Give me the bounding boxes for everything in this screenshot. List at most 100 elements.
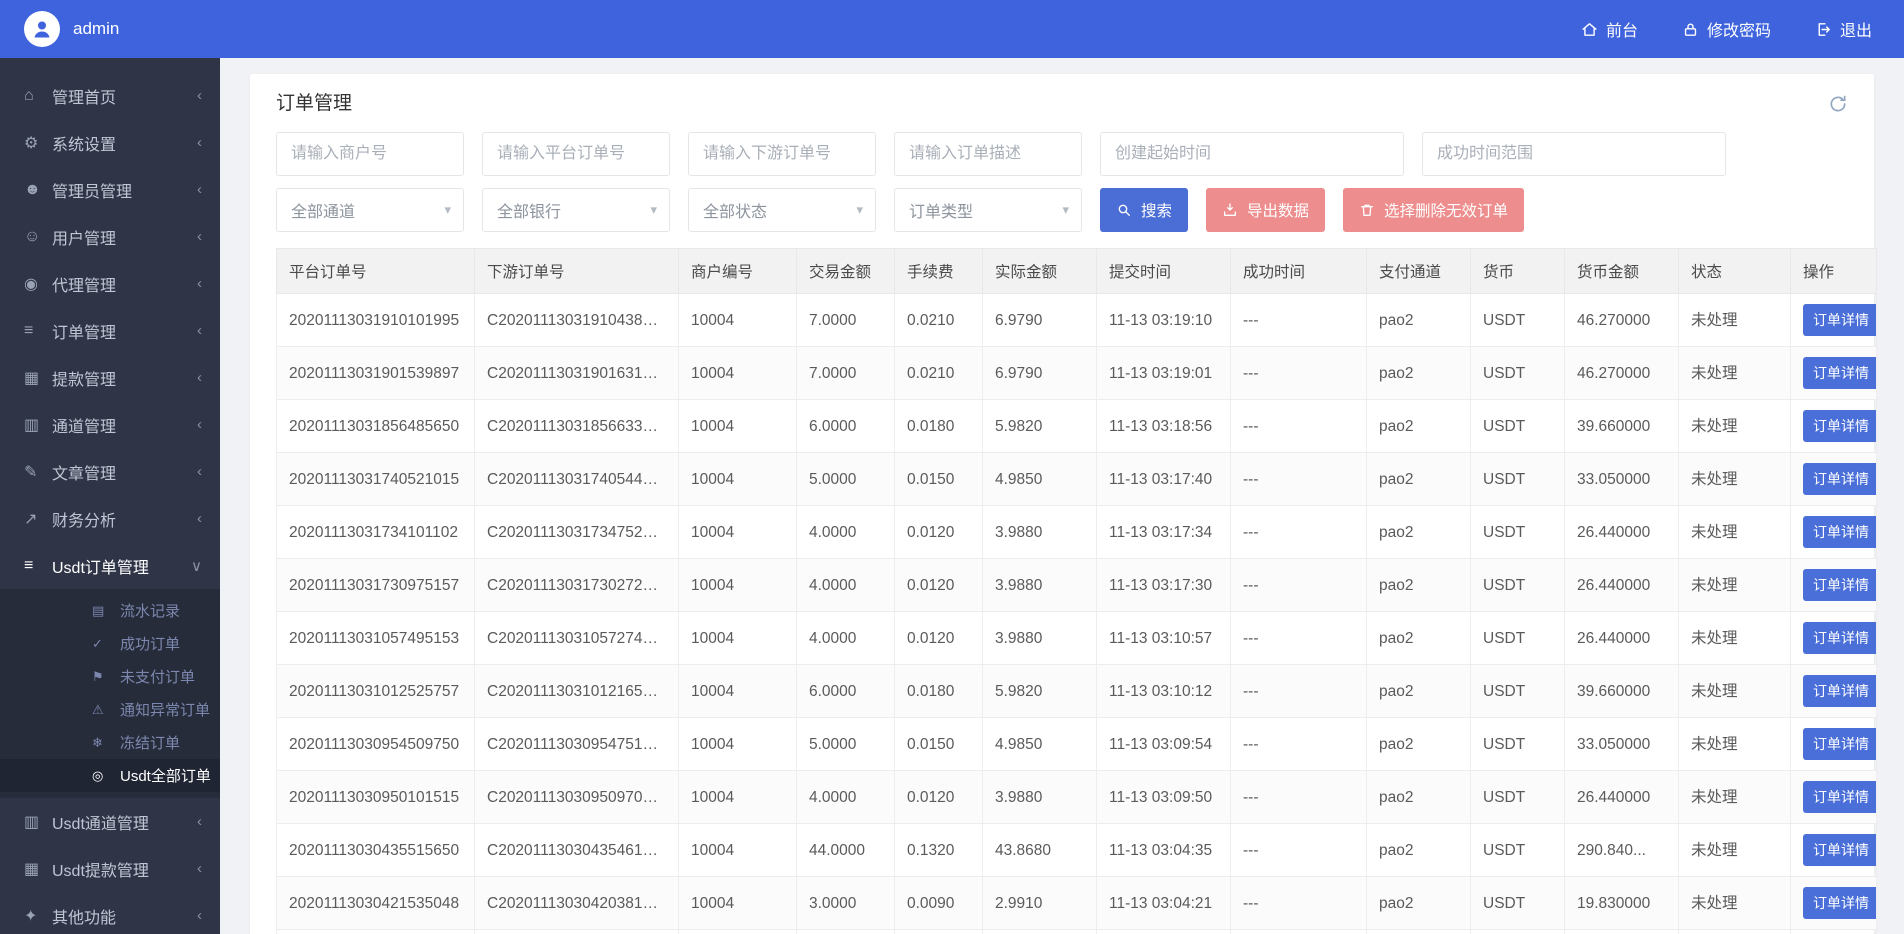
actual-amount-cell: 6.9790 <box>982 346 1097 400</box>
merchant-no-input[interactable] <box>276 132 464 176</box>
create-time-start-input[interactable] <box>1100 132 1404 176</box>
trade-amount-cell: 5.0000 <box>796 452 895 506</box>
sidebar-item-usdt-withdrawal-management[interactable]: ▦ Usdt提款管理 ‹ <box>0 845 220 892</box>
sidebar-item-other-functions[interactable]: ✦ 其他功能 ‹ <box>0 892 220 934</box>
actual-amount-cell: 5.9820 <box>982 399 1097 453</box>
platform-order-no-cell: 20201113031856485650 <box>276 399 475 453</box>
downstream-order-no-input[interactable] <box>688 132 876 176</box>
channel-select[interactable]: 全部通道 ▾ <box>276 188 464 232</box>
order-detail-button[interactable]: 订单详情 <box>1803 569 1876 601</box>
sidebar-item-agent-management[interactable]: ◉ 代理管理 ‹ <box>0 260 220 307</box>
order-detail-button[interactable]: 订单详情 <box>1803 728 1876 760</box>
order-detail-button[interactable]: 订单详情 <box>1803 304 1876 336</box>
current-user[interactable]: admin <box>24 11 119 47</box>
sidebar-item-user-management[interactable]: ☺ 用户管理 ‹ <box>0 213 220 260</box>
select-value: 全部通道 <box>291 204 356 221</box>
order-detail-button[interactable]: 订单详情 <box>1803 887 1876 919</box>
topbar-link-change-password[interactable]: 修改密码 <box>1682 17 1771 41</box>
table-row: 20201113030435515650 C2020111303043546152… <box>276 823 1877 877</box>
sidebar-item-channel-management[interactable]: ▥ 通道管理 ‹ <box>0 401 220 448</box>
sidebar-subitem-success-orders[interactable]: ✓ 成功订单 <box>0 627 220 660</box>
order-detail-button[interactable]: 订单详情 <box>1803 834 1876 866</box>
success-time-cell: --- <box>1230 505 1367 559</box>
merchant-no-cell: 10004 <box>678 346 797 400</box>
page-title: 订单管理 <box>276 93 353 114</box>
chevron-left-icon: ‹ <box>197 860 202 877</box>
downstream-order-no-cell: C20201113030950970393 <box>474 770 679 824</box>
sidebar-item-article-management[interactable]: ✎ 文章管理 ‹ <box>0 448 220 495</box>
sidebar-subitem-usdt-all-orders[interactable]: ◎ Usdt全部订单 <box>0 759 220 792</box>
action-cell: 订单详情 <box>1790 346 1877 400</box>
sidebar-subitem-notify-abnormal-orders[interactable]: ⚠ 通知异常订单 <box>0 693 220 726</box>
currency-cell: USDT <box>1470 293 1565 347</box>
order-detail-button[interactable]: 订单详情 <box>1803 781 1876 813</box>
sidebar-subitem-unpaid-orders[interactable]: ⚑ 未支付订单 <box>0 660 220 693</box>
action-cell: 订单详情 <box>1790 505 1877 559</box>
order-detail-button[interactable]: 订单详情 <box>1803 516 1876 548</box>
platform-order-no-cell: 20201113030421535048 <box>276 876 475 930</box>
submit-time-cell: 11-13 03:04:21 <box>1096 876 1231 930</box>
sidebar-item-financial-analysis[interactable]: ↗ 财务分析 ‹ <box>0 495 220 542</box>
status-select[interactable]: 全部状态 ▾ <box>688 188 876 232</box>
sidebar-item-admin-management[interactable]: ☻ 管理员管理 ‹ <box>0 166 220 213</box>
order-desc-input[interactable] <box>894 132 1082 176</box>
bank-select[interactable]: 全部银行 ▾ <box>482 188 670 232</box>
chevron-left-icon: ‹ <box>197 907 202 924</box>
column-header: 货币 <box>1470 248 1565 294</box>
sidebar-item-usdt-order-management[interactable]: ≡ Usdt订单管理 ∨ <box>0 542 220 589</box>
currency-cell: USDT <box>1470 505 1565 559</box>
search-button[interactable]: 搜索 <box>1100 188 1189 232</box>
action-cell: 订单详情 <box>1790 717 1877 771</box>
sidebar-item-order-management[interactable]: ≡ 订单管理 ‹ <box>0 307 220 354</box>
topbar-link-logout[interactable]: 退出 <box>1815 17 1872 41</box>
downstream-order-no-cell: C20201113031901631607 <box>474 346 679 400</box>
refresh-icon[interactable] <box>1828 94 1848 114</box>
success-time-range-input[interactable] <box>1422 132 1726 176</box>
currency-cell: USDT <box>1470 611 1565 665</box>
column-header: 实际金额 <box>982 248 1097 294</box>
sidebar-item-withdrawal-management[interactable]: ▦ 提款管理 ‹ <box>0 354 220 401</box>
currency-amount-cell: 26.440000 <box>1564 558 1679 612</box>
submit-time-cell: 11-13 03:10:57 <box>1096 611 1231 665</box>
logout-icon <box>1815 21 1832 38</box>
sidebar-item-home[interactable]: ⌂ 管理首页 ‹ <box>0 72 220 119</box>
sidebar-subitem-frozen-orders[interactable]: ❄ 冻结订单 <box>0 726 220 759</box>
sidebar-item-label: 管理员管理 <box>52 183 133 201</box>
actual-amount-cell: 2.9910 <box>982 876 1097 930</box>
chevron-down-icon: ▾ <box>650 202 657 217</box>
sidebar-subitem-flow-records[interactable]: ▤ 流水记录 <box>0 594 220 627</box>
status-cell: 未处理 <box>1678 876 1791 930</box>
sidebar-subitem-label: 通知异常订单 <box>120 702 211 719</box>
order-type-select[interactable]: 订单类型 ▾ <box>894 188 1082 232</box>
vault-icon: ▦ <box>24 369 40 387</box>
sidebar-item-usdt-channel-management[interactable]: ▥ Usdt通道管理 ‹ <box>0 798 220 845</box>
fee-cell: 0.0120 <box>894 611 983 665</box>
chevron-down-icon: ∨ <box>191 557 202 575</box>
column-header: 货币金额 <box>1564 248 1679 294</box>
submit-time-cell: 11-13 03:04:35 <box>1096 823 1231 877</box>
currency-cell: USDT <box>1470 399 1565 453</box>
table-row: 20201113030954509750 C2020111303095475109… <box>276 717 1877 771</box>
order-detail-button[interactable]: 订单详情 <box>1803 410 1876 442</box>
export-data-button[interactable]: 导出数据 <box>1206 188 1326 232</box>
sidebar-subitem-label: 流水记录 <box>120 603 181 620</box>
platform-order-no-input[interactable] <box>482 132 670 176</box>
actual-amount-cell: 2.9910 <box>982 929 1097 934</box>
table-row: 20201113031901539897 C2020111303190163160… <box>276 346 1877 400</box>
pay-channel-cell: pao2 <box>1366 929 1471 934</box>
order-detail-button[interactable]: 订单详情 <box>1803 622 1876 654</box>
sidebar-item-label: 用户管理 <box>52 230 117 248</box>
pay-channel-cell: pao2 <box>1366 876 1471 930</box>
button-label: 导出数据 <box>1247 203 1310 220</box>
topbar-link-frontend[interactable]: 前台 <box>1581 17 1638 41</box>
order-detail-button[interactable]: 订单详情 <box>1803 675 1876 707</box>
delete-invalid-orders-button[interactable]: 选择删除无效订单 <box>1343 188 1525 232</box>
submit-time-cell: 11-13 03:04:06 <box>1096 929 1231 934</box>
order-detail-button[interactable]: 订单详情 <box>1803 463 1876 495</box>
sidebar-item-system-settings[interactable]: ⚙ 系统设置 ‹ <box>0 119 220 166</box>
all-orders-icon: ◎ <box>92 767 104 783</box>
trade-amount-cell: 3.0000 <box>796 876 895 930</box>
column-header: 手续费 <box>894 248 983 294</box>
table-row: 20201113031734101102 C2020111303173475287… <box>276 505 1877 559</box>
order-detail-button[interactable]: 订单详情 <box>1803 357 1876 389</box>
